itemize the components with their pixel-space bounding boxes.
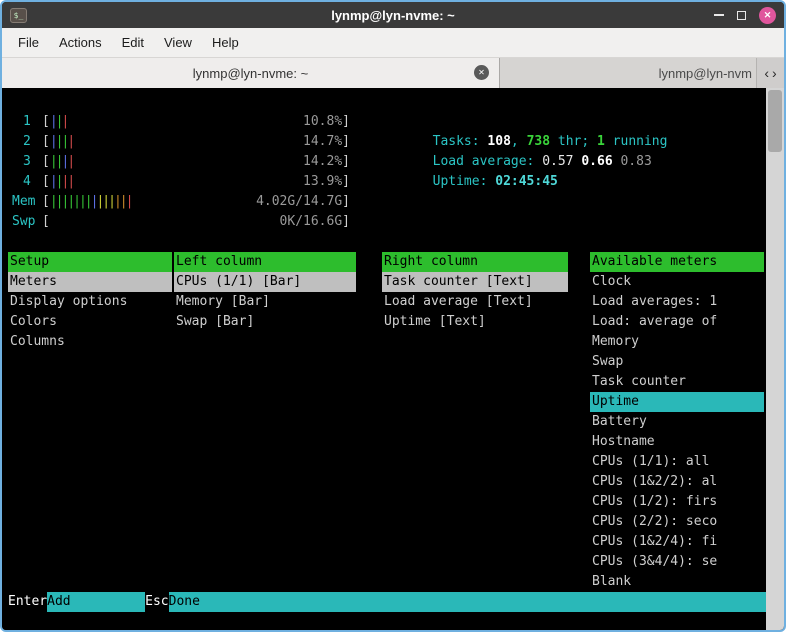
panel-item-task-counter-text[interactable]: Task counter [Text]: [382, 272, 568, 292]
swap-meter: Swp[0K/16.6G]: [12, 212, 350, 232]
panel-setup: Setup Meters Display options Colors Colu…: [8, 252, 172, 352]
menu-bar: File Actions Edit View Help: [2, 28, 784, 58]
panel-item-display-options[interactable]: Display options: [8, 292, 172, 312]
panel-right-column: Right column Task counter [Text] Load av…: [382, 252, 568, 332]
cpu2-bars: ||||: [50, 132, 303, 152]
panel-item-cpus-1-2[interactable]: CPUs (1/2): firs: [590, 492, 764, 512]
meters-block: 1[|||10.8%] 2[||||14.7%] 3[||||14.2%] 4[…: [12, 112, 350, 232]
fn-label-add[interactable]: Add: [47, 592, 145, 612]
tab-scroll-left-icon[interactable]: ‹: [764, 65, 769, 81]
fn-label-done[interactable]: Done: [169, 592, 766, 612]
panel-item-load-average-text[interactable]: Load average [Text]: [382, 292, 568, 312]
tab-active-label: lynmp@lyn-nvme: ~: [193, 66, 308, 81]
panel-item-swap[interactable]: Swap: [590, 352, 764, 372]
panel-item-columns[interactable]: Columns: [8, 332, 172, 352]
titlebar: lynmp@lyn-nvme: ~ $_ ✕: [2, 2, 784, 28]
panel-item-battery[interactable]: Battery: [590, 412, 764, 432]
panel-header-available-meters: Available meters: [590, 252, 764, 272]
panel-item-cpus-bar[interactable]: CPUs (1/1) [Bar]: [174, 272, 356, 292]
running-count: 1: [597, 134, 605, 149]
panel-item-blank[interactable]: Blank: [590, 572, 764, 592]
panel-header-setup: Setup: [8, 252, 172, 272]
panel-item-colors[interactable]: Colors: [8, 312, 172, 332]
fn-key-esc: Esc: [145, 592, 168, 612]
panel-item-cpus-all[interactable]: CPUs (1/1): all: [590, 452, 764, 472]
panel-item-cpus-1and2-4[interactable]: CPUs (1&2/4): fi: [590, 532, 764, 552]
panel-item-load-average[interactable]: Load: average of: [590, 312, 764, 332]
panel-item-memory-bar[interactable]: Memory [Bar]: [174, 292, 356, 312]
panel-item-cpus-3and4-4[interactable]: CPUs (3&4/4): se: [590, 552, 764, 572]
terminal-window: lynmp@lyn-nvme: ~ $_ ✕ File Actions Edit…: [0, 0, 786, 632]
cpu4-bars: ||||: [50, 172, 303, 192]
scrollbar[interactable]: [766, 88, 784, 630]
tab-inactive[interactable]: lynmp@lyn-nvm: [500, 58, 756, 88]
fn-key-enter: Enter: [8, 592, 47, 612]
threads-count: 738: [527, 134, 550, 149]
close-icon[interactable]: ✕: [759, 7, 776, 24]
cpu-meter-1: 1[|||10.8%]: [12, 112, 350, 132]
menu-item-help[interactable]: Help: [202, 28, 249, 57]
cpu3-bars: ||||: [50, 152, 303, 172]
panel-item-load-averages[interactable]: Load averages: 1: [590, 292, 764, 312]
tab-active[interactable]: lynmp@lyn-nvme: ~ ✕: [2, 58, 500, 88]
tasks-line: Tasks: 108, 738 thr; 1 running: [370, 112, 667, 132]
tab-scroll-right-icon[interactable]: ›: [772, 65, 777, 81]
panel-item-memory[interactable]: Memory: [590, 332, 764, 352]
panel-item-clock[interactable]: Clock: [590, 272, 764, 292]
minimize-icon[interactable]: [714, 14, 724, 16]
panel-item-uptime[interactable]: Uptime: [590, 392, 764, 412]
tab-scroll-buttons: ‹ ›: [756, 58, 784, 88]
panel-item-meters[interactable]: Meters: [8, 272, 172, 292]
tab-close-icon[interactable]: ✕: [474, 65, 489, 80]
stats-block: Tasks: 108, 738 thr; 1 running Load aver…: [370, 112, 667, 172]
panel-left-column: Left column CPUs (1/1) [Bar] Memory [Bar…: [174, 252, 356, 332]
load-1min: 0.57: [542, 154, 581, 169]
panel-header-left-column: Left column: [174, 252, 356, 272]
panel-item-swap-bar[interactable]: Swap [Bar]: [174, 312, 356, 332]
memory-meter: Mem[||||||||||||||4.02G/14.7G]: [12, 192, 350, 212]
panel-item-cpus-2-2[interactable]: CPUs (2/2): seco: [590, 512, 764, 532]
panel-item-task-counter[interactable]: Task counter: [590, 372, 764, 392]
terminal-icon: $_: [10, 8, 27, 23]
uptime-value: 02:45:45: [495, 174, 558, 189]
window-title: lynmp@lyn-nvme: ~: [2, 8, 784, 23]
menu-item-view[interactable]: View: [154, 28, 202, 57]
panel-available-meters: Available meters Clock Load averages: 1 …: [590, 252, 764, 592]
tab-inactive-label: lynmp@lyn-nvm: [659, 66, 752, 81]
tasks-count: 108: [487, 134, 510, 149]
scrollbar-thumb[interactable]: [768, 90, 782, 152]
menu-item-edit[interactable]: Edit: [112, 28, 154, 57]
cpu-meter-4: 4[||||13.9%]: [12, 172, 350, 192]
mem-bars: ||||||||||||||: [50, 192, 256, 212]
menu-item-file[interactable]: File: [8, 28, 49, 57]
cpu1-bars: |||: [50, 112, 303, 132]
swap-bars: [50, 212, 280, 232]
load-15min: 0.83: [620, 154, 651, 169]
function-bar: Enter Add Esc Done: [8, 592, 766, 612]
tab-bar: lynmp@lyn-nvme: ~ ✕ lynmp@lyn-nvm ‹ ›: [2, 58, 784, 88]
cpu-meter-3: 3[||||14.2%]: [12, 152, 350, 172]
panel-item-cpus-1and2-2[interactable]: CPUs (1&2/2): al: [590, 472, 764, 492]
panel-header-right-column: Right column: [382, 252, 568, 272]
load-5min: 0.66: [581, 154, 620, 169]
terminal[interactable]: 1[|||10.8%] 2[||||14.7%] 3[||||14.2%] 4[…: [2, 88, 784, 630]
maximize-icon[interactable]: [737, 11, 746, 20]
panel-item-uptime-text[interactable]: Uptime [Text]: [382, 312, 568, 332]
panel-item-hostname[interactable]: Hostname: [590, 432, 764, 452]
menu-item-actions[interactable]: Actions: [49, 28, 112, 57]
cpu-meter-2: 2[||||14.7%]: [12, 132, 350, 152]
